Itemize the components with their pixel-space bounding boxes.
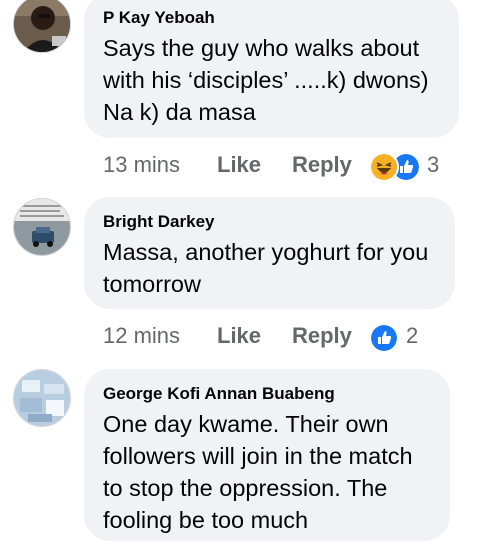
haha-icon[interactable] <box>369 152 399 182</box>
avatar[interactable] <box>13 369 71 427</box>
like-button[interactable]: Like <box>217 150 261 180</box>
profile-photo-icon <box>14 199 70 255</box>
comment-bubble: George Kofi Annan Buabeng One day kwame.… <box>84 369 450 541</box>
comment-text-line: to stop the oppression. The <box>103 475 388 501</box>
comment-text-line: followers will join in the match <box>103 443 413 469</box>
comment-actions: 12 mins Like Reply 2 <box>103 321 463 353</box>
reply-button[interactable]: Reply <box>292 321 352 351</box>
comment-text: Says the guy who walks about with his ‘d… <box>103 32 439 128</box>
comment-text-line: fooling be too much <box>103 507 309 533</box>
reaction-count[interactable]: 2 <box>406 321 418 351</box>
avatar[interactable] <box>13 0 71 53</box>
comment-timestamp[interactable]: 12 mins <box>103 321 180 351</box>
comment-bubble: P Kay Yeboah Says the guy who walks abou… <box>84 0 459 138</box>
comment-bubble: Bright Darkey Massa, another yoghurt for… <box>84 197 455 309</box>
comment-text: Massa, another yoghurt for you tomorrow <box>103 236 435 300</box>
comment-text-line: One day kwame. Their own <box>103 411 389 437</box>
comment-text-line: with his ‘disciples’ .....k) dwons) <box>103 67 429 93</box>
comment: P Kay Yeboah Says the guy who walks abou… <box>0 0 480 190</box>
like-button[interactable]: Like <box>217 321 261 351</box>
profile-photo-icon <box>14 0 70 52</box>
profile-photo-icon <box>14 370 70 426</box>
comment-actions: 13 mins Like Reply 3 <box>103 150 463 182</box>
comment-author[interactable]: P Kay Yeboah <box>103 7 439 29</box>
comment-text-line: tomorrow <box>103 271 201 297</box>
comment-timestamp[interactable]: 13 mins <box>103 150 180 180</box>
comment-author[interactable]: George Kofi Annan Buabeng <box>103 383 430 405</box>
comment-text-line: Says the guy who walks about <box>103 35 420 61</box>
comment-text-line: Na k) da masa <box>103 99 256 125</box>
comment-text: One day kwame. Their own followers will … <box>103 408 430 536</box>
like-icon[interactable] <box>369 323 399 353</box>
reaction-count[interactable]: 3 <box>427 150 439 180</box>
comment-text-line: Massa, another yoghurt for you <box>103 239 429 265</box>
avatar[interactable] <box>13 198 71 256</box>
comment: Bright Darkey Massa, another yoghurt for… <box>0 190 480 365</box>
comment: George Kofi Annan Buabeng One day kwame.… <box>0 365 480 554</box>
reply-button[interactable]: Reply <box>292 150 352 180</box>
comment-author[interactable]: Bright Darkey <box>103 211 435 233</box>
